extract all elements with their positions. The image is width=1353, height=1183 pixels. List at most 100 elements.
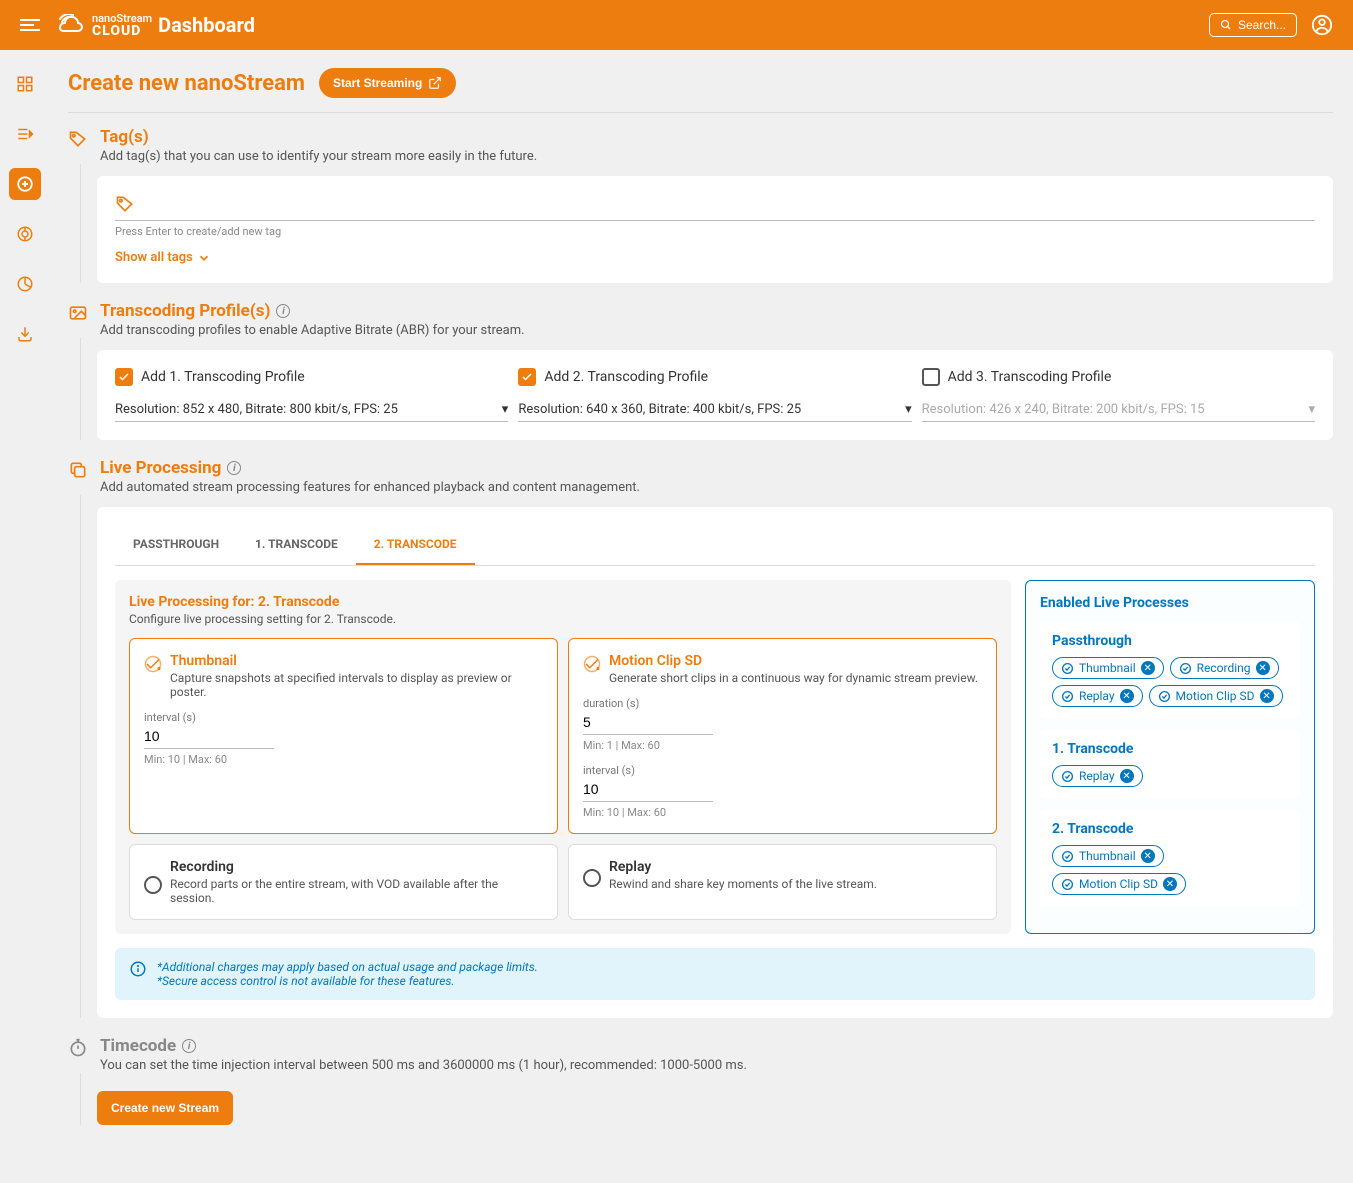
motion-clip-feature[interactable]: Motion Clip SD Generate short clips in a… xyxy=(568,638,997,834)
profile-checkbox-1[interactable] xyxy=(115,368,133,386)
radio-icon xyxy=(144,876,162,894)
replay-desc: Rewind and share key moments of the live… xyxy=(609,877,877,891)
remove-chip-icon[interactable]: ✕ xyxy=(1260,689,1274,703)
profile-label: Add 1. Transcoding Profile xyxy=(141,369,305,385)
check-circle-icon xyxy=(1061,770,1074,783)
tab-passthrough[interactable]: PASSTHROUGH xyxy=(115,525,237,565)
avatar-icon[interactable] xyxy=(1311,14,1333,36)
page-title: Create new nanoStream xyxy=(68,71,305,96)
process-chip[interactable]: Motion Clip SD✕ xyxy=(1052,873,1186,895)
motion-title: Motion Clip SD xyxy=(609,653,978,669)
create-stream-button[interactable]: Create new Stream xyxy=(97,1091,233,1125)
sidebar-analytics[interactable] xyxy=(9,268,41,300)
brand-big: CLOUD xyxy=(92,24,152,38)
enabled-processes-title: Enabled Live Processes xyxy=(1040,595,1300,611)
process-chip[interactable]: Replay✕ xyxy=(1052,685,1143,707)
timecode-subtitle: You can set the time injection interval … xyxy=(100,1058,747,1073)
radio-icon xyxy=(583,869,601,887)
motion-duration-input[interactable] xyxy=(583,710,713,735)
search-button[interactable]: Search... xyxy=(1209,13,1297,37)
start-streaming-button[interactable]: Start Streaming xyxy=(319,68,456,98)
check-circle-icon xyxy=(1061,850,1074,863)
profile-select-1[interactable]: Resolution: 852 x 480, Bitrate: 800 kbit… xyxy=(115,398,508,422)
tab-1-transcode[interactable]: 1. TRANSCODE xyxy=(237,525,356,565)
thumbnail-interval-input[interactable] xyxy=(144,724,274,749)
live-title: Live Processing xyxy=(100,458,221,478)
info-icon[interactable]: i xyxy=(276,304,290,318)
recording-desc: Record parts or the entire stream, with … xyxy=(170,877,543,905)
process-chip[interactable]: Thumbnail✕ xyxy=(1052,657,1164,679)
profile-select-2[interactable]: Resolution: 640 x 360, Bitrate: 400 kbit… xyxy=(518,398,911,422)
tags-title: Tag(s) xyxy=(100,127,537,147)
profiles-title: Transcoding Profile(s) xyxy=(100,301,270,321)
motion-duration-label: duration (s) xyxy=(583,697,982,710)
replay-title: Replay xyxy=(609,859,877,875)
process-chip[interactable]: Motion Clip SD✕ xyxy=(1149,685,1283,707)
brand-small: nanoStream xyxy=(92,13,152,24)
info-banner: *Additional charges may apply based on a… xyxy=(115,948,1315,1000)
process-group-name: 2. Transcode xyxy=(1052,821,1288,837)
stopwatch-icon xyxy=(68,1038,88,1058)
sidebar-dashboard[interactable] xyxy=(9,68,41,100)
motion-desc: Generate short clips in a continuous way… xyxy=(609,671,978,685)
dropdown-icon: ▾ xyxy=(1308,402,1315,417)
profile-checkbox-3[interactable] xyxy=(922,368,940,386)
sidebar-streams[interactable] xyxy=(9,118,41,150)
process-group-name: Passthrough xyxy=(1052,633,1288,649)
info-icon xyxy=(129,960,147,988)
check-circle-icon xyxy=(1179,662,1192,675)
dropdown-icon: ▾ xyxy=(502,402,509,417)
remove-chip-icon[interactable]: ✕ xyxy=(1120,689,1134,703)
profile-label: Add 2. Transcoding Profile xyxy=(544,369,708,385)
copy-icon xyxy=(68,460,88,480)
sidebar-create[interactable] xyxy=(9,168,41,200)
brand-logo: nanoStream CLOUD Dashboard xyxy=(58,13,255,38)
check-circle-icon xyxy=(1061,690,1074,703)
check-circle-icon xyxy=(1061,878,1074,891)
profiles-subtitle: Add transcoding profiles to enable Adapt… xyxy=(100,323,525,338)
cloud-wave-icon xyxy=(58,14,84,36)
sidebar-world[interactable] xyxy=(9,218,41,250)
recording-title: Recording xyxy=(170,859,543,875)
recording-feature[interactable]: Recording Record parts or the entire str… xyxy=(129,844,558,920)
thumbnail-feature[interactable]: Thumbnail Capture snapshots at specified… xyxy=(129,638,558,834)
remove-chip-icon[interactable]: ✕ xyxy=(1256,661,1270,675)
enabled-processes-panel: Enabled Live Processes Passthrough Thumbn… xyxy=(1025,580,1315,934)
remove-chip-icon[interactable]: ✕ xyxy=(1120,769,1134,783)
dropdown-icon: ▾ xyxy=(905,402,912,417)
remove-chip-icon[interactable]: ✕ xyxy=(1141,661,1155,675)
check-add-icon xyxy=(583,655,601,673)
search-icon xyxy=(1220,19,1232,31)
motion-interval-input[interactable] xyxy=(583,777,713,802)
tags-subtitle: Add tag(s) that you can use to identify … xyxy=(100,149,537,164)
check-circle-icon xyxy=(1158,690,1171,703)
process-chip[interactable]: Replay✕ xyxy=(1052,765,1143,787)
process-chip[interactable]: Recording✕ xyxy=(1170,657,1279,679)
tag-icon xyxy=(68,129,88,149)
main-content: Create new nanoStream Start Streaming Ta… xyxy=(50,50,1353,1183)
thumbnail-title: Thumbnail xyxy=(170,653,543,669)
info-icon[interactable]: i xyxy=(227,461,241,475)
chevron-down-icon xyxy=(197,251,211,265)
tag-input[interactable] xyxy=(145,196,1315,212)
info-icon[interactable]: i xyxy=(182,1039,196,1053)
remove-chip-icon[interactable]: ✕ xyxy=(1163,877,1177,891)
app-header: nanoStream CLOUD Dashboard Search... xyxy=(0,0,1353,50)
header-title: Dashboard xyxy=(158,13,255,37)
process-group-name: 1. Transcode xyxy=(1052,741,1288,757)
replay-feature[interactable]: Replay Rewind and share key moments of t… xyxy=(568,844,997,920)
thumbnail-desc: Capture snapshots at specified intervals… xyxy=(170,671,543,699)
tab-2-transcode[interactable]: 2. TRANSCODE xyxy=(356,525,475,565)
tag-help: Press Enter to create/add new tag xyxy=(115,225,1315,238)
process-chip[interactable]: Thumbnail✕ xyxy=(1052,845,1164,867)
motion-interval-hint: Min: 10 | Max: 60 xyxy=(583,806,982,819)
external-link-icon xyxy=(428,76,442,90)
remove-chip-icon[interactable]: ✕ xyxy=(1141,849,1155,863)
check-add-icon xyxy=(144,655,162,673)
menu-icon[interactable] xyxy=(20,16,40,34)
show-all-tags-button[interactable]: Show all tags xyxy=(115,250,1315,265)
sidebar-download[interactable] xyxy=(9,318,41,350)
sidebar xyxy=(0,50,50,1183)
profile-select-3: Resolution: 426 x 240, Bitrate: 200 kbit… xyxy=(922,398,1315,422)
profile-checkbox-2[interactable] xyxy=(518,368,536,386)
